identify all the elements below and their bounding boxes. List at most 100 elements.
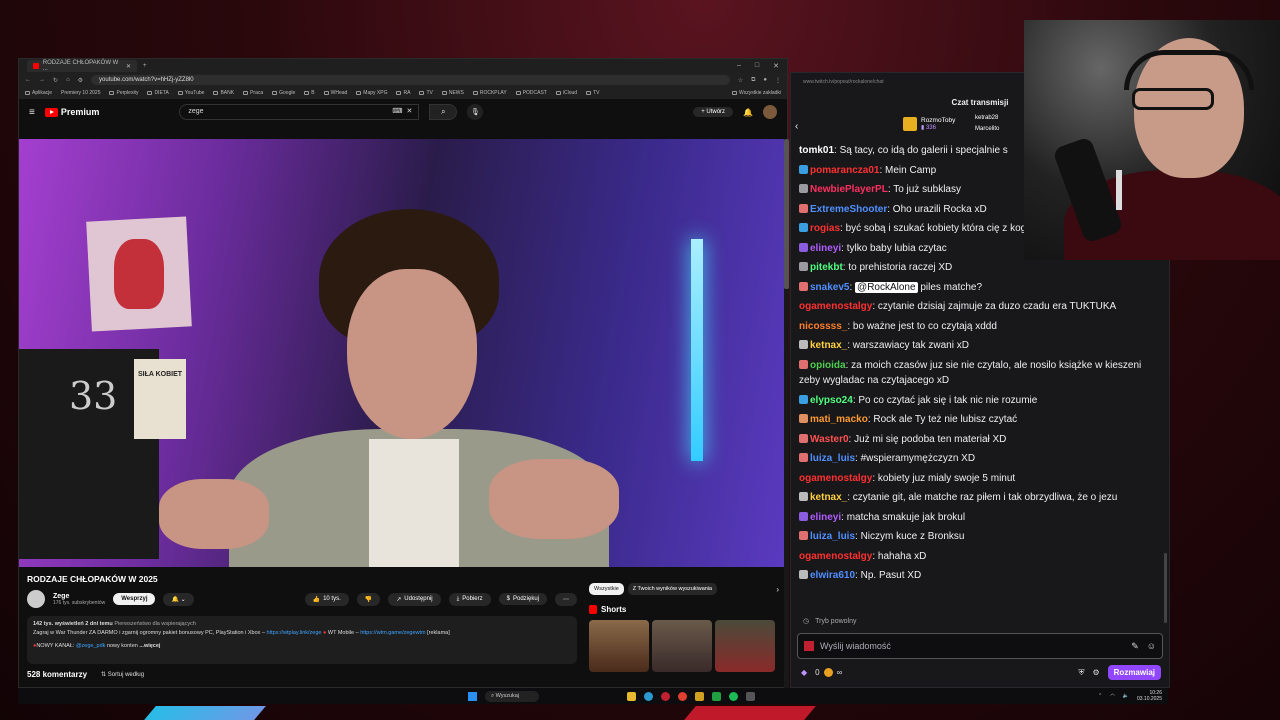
chat-username[interactable]: Waster0 — [810, 434, 849, 445]
chat-badge-icon[interactable] — [799, 184, 808, 193]
chat-send-button[interactable]: Rozmawiaj — [1107, 665, 1161, 680]
bookmark-item[interactable]: DIETA — [147, 90, 169, 96]
voice-search-icon[interactable]: 🎙 — [467, 104, 484, 120]
bookmark-item[interactable]: Perplexity — [109, 90, 138, 96]
bookmark-star-icon[interactable]: ☆ — [738, 77, 743, 84]
chat-badge-icon[interactable] — [799, 511, 808, 521]
chat-username[interactable]: ketnax_ — [810, 492, 847, 503]
youtube-logo[interactable]: Premium — [44, 107, 99, 117]
bookmark-item[interactable]: NEWS — [441, 90, 464, 96]
show-more-link[interactable]: ...więcej — [139, 643, 160, 649]
bits-icon[interactable]: ◆ — [801, 668, 807, 677]
bookmark-item[interactable]: BANK — [213, 90, 234, 96]
chat-username[interactable]: elwira610 — [810, 570, 855, 581]
chat-badge-icon[interactable] — [799, 203, 808, 213]
browser-tab[interactable]: RODZAJE CHŁOPAKÓW W ... ✕ — [27, 60, 137, 72]
chat-badge-icon[interactable] — [799, 242, 808, 252]
collapse-chat-icon[interactable]: ‹ — [795, 121, 798, 132]
top-gifter[interactable]: ketrab28 Marcelito — [975, 113, 999, 135]
chat-username[interactable]: luiza_luis — [810, 531, 855, 542]
bookmark-item[interactable]: Google — [272, 90, 295, 96]
app-icon[interactable] — [712, 691, 722, 701]
short-thumbnail[interactable] — [715, 620, 775, 672]
thanks-button[interactable]: $ Podziękuj — [498, 593, 547, 605]
keyboard-icon[interactable]: ⌨ — [392, 105, 402, 119]
chat-username[interactable]: ogamenostalgy — [799, 551, 872, 562]
bookmark-item[interactable]: RA — [396, 90, 410, 96]
bookmark-item[interactable]: ROCKPLAY — [472, 90, 507, 96]
page-scrollbar[interactable] — [784, 139, 789, 689]
clock[interactable]: 10:26 03.10.2025 — [1137, 690, 1162, 702]
reload-icon[interactable]: ↻ — [53, 77, 58, 84]
chat-username[interactable]: luiza_luis — [810, 453, 855, 464]
chat-username[interactable]: ogamenostalgy — [799, 301, 872, 312]
chat-input[interactable]: Wyślij wiadomość ✎ ☺ — [797, 633, 1163, 659]
app-icon[interactable] — [746, 691, 756, 701]
share-button[interactable]: ↗ Udostępnij — [388, 592, 441, 606]
tray-chevron-icon[interactable]: ⌃ — [1098, 693, 1102, 699]
start-menu-icon[interactable] — [468, 691, 477, 701]
file-explorer-icon[interactable] — [627, 691, 637, 701]
extensions-icon[interactable]: ⧉ — [751, 77, 755, 84]
description-link[interactable]: https://wtm.game/zegewtm — [360, 630, 425, 636]
bookmark-item[interactable]: Premiery 10 2025 — [61, 90, 100, 96]
support-button[interactable]: Wesprzyj — [113, 593, 156, 605]
menu-dots-icon[interactable]: ⋮ — [775, 77, 781, 84]
bookmark-item[interactable]: Praca — [243, 90, 263, 96]
chat-badge-icon[interactable] — [799, 492, 808, 501]
chat-username[interactable]: tomk01 — [799, 145, 834, 156]
chat-username[interactable]: pitekbt — [810, 262, 843, 273]
new-tab-icon[interactable]: + — [143, 63, 147, 69]
more-actions-button[interactable]: ⋯ — [555, 592, 577, 606]
chat-username[interactable]: opioida — [810, 360, 846, 371]
bookmark-item[interactable]: B — [304, 90, 315, 96]
settings-gear-icon[interactable]: ⚙ — [1092, 668, 1099, 677]
chat-badge-icon[interactable] — [799, 414, 808, 423]
channel-name[interactable]: Zege — [53, 593, 105, 600]
chat-badge-icon[interactable] — [799, 394, 808, 404]
site-info-icon[interactable]: ⚙ — [78, 77, 83, 84]
wifi-icon[interactable]: ◠ — [1110, 693, 1114, 699]
maximize-icon[interactable]: □ — [755, 62, 759, 70]
chat-badge-icon[interactable] — [799, 281, 808, 291]
chat-username[interactable]: elineyi — [810, 243, 841, 254]
close-tab-icon[interactable]: ✕ — [126, 63, 131, 70]
dislike-button[interactable]: 👎 — [356, 592, 381, 606]
hamburger-menu-icon[interactable]: ≡ — [29, 107, 35, 118]
chip-all[interactable]: Wszystkie — [589, 583, 624, 595]
create-button[interactable]: + Utwórz — [693, 107, 734, 117]
chat-badge-icon[interactable] — [799, 262, 808, 271]
channel-points[interactable]: 0 ∞ — [815, 668, 842, 677]
search-button[interactable]: ⌕ — [429, 104, 458, 120]
short-thumbnail[interactable] — [589, 620, 649, 672]
bookmark-item[interactable]: Aplikacje — [25, 90, 52, 96]
account-avatar[interactable] — [763, 105, 777, 119]
chat-mention[interactable]: @RockAlone — [855, 281, 918, 293]
chat-badge-icon[interactable] — [799, 164, 808, 174]
chrome-icon[interactable] — [678, 691, 688, 701]
bookmark-item[interactable]: WHead — [323, 90, 347, 96]
system-tray[interactable]: ⌃ ◠ 🔈 10:26 03.10.2025 — [1098, 690, 1162, 702]
chat-badge-icon[interactable] — [799, 223, 808, 232]
description-link[interactable]: https://wtplay.link/zege — [267, 630, 322, 636]
forward-icon[interactable]: → — [39, 77, 45, 83]
chat-badge-icon[interactable] — [799, 570, 808, 579]
app-icon[interactable] — [695, 691, 705, 701]
spotify-icon[interactable] — [729, 691, 739, 701]
profile-icon[interactable]: ● — [763, 77, 767, 83]
bookmark-item[interactable]: iCloud — [555, 90, 577, 96]
subscribed-bell-button[interactable]: 🔔 ⌄ — [163, 592, 194, 606]
chat-scrollbar[interactable] — [1164, 553, 1167, 623]
chat-username[interactable]: pomarancza01 — [810, 165, 879, 176]
minimize-icon[interactable]: – — [737, 62, 741, 70]
bookmark-item[interactable]: PODCAST — [515, 90, 547, 96]
chat-username[interactable]: ogamenostalgy — [799, 473, 872, 484]
notifications-bell-icon[interactable]: 🔔 — [743, 108, 753, 117]
clear-search-icon[interactable]: ✕ — [406, 105, 412, 119]
url-input[interactable]: youtube.com/watch?v=hHZj-yZZ8l0 — [91, 75, 730, 85]
emote-picker-icon[interactable]: ☺ — [1147, 641, 1156, 652]
chat-username[interactable]: elypso24 — [810, 395, 853, 406]
download-button[interactable]: ⤓ Pobierz — [448, 592, 491, 606]
sort-comments-button[interactable]: ⇅ Sortuj według — [101, 671, 144, 678]
chat-username[interactable]: nicossss_ — [799, 321, 847, 332]
